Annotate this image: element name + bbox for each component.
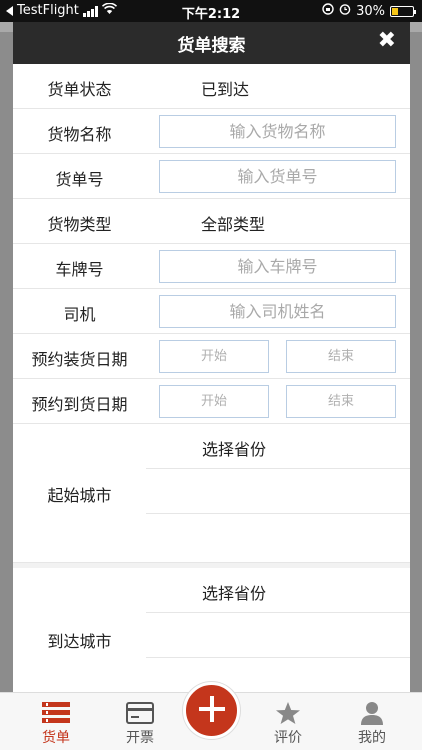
modal-header: 货单搜索 ✖ bbox=[13, 22, 410, 64]
battery-icon bbox=[390, 5, 416, 17]
dest-city-select[interactable] bbox=[146, 613, 410, 658]
order-no-row: 货单号 bbox=[13, 154, 410, 199]
goods-type-row[interactable]: 货物类型 全部类型 bbox=[13, 199, 410, 244]
goods-name-row: 货物名称 bbox=[13, 109, 410, 154]
goods-name-input[interactable] bbox=[159, 115, 396, 148]
alarm-icon bbox=[339, 3, 351, 19]
order-no-input[interactable] bbox=[159, 160, 396, 193]
tab-mine-label: 我的 bbox=[358, 730, 386, 746]
plus-icon bbox=[197, 694, 227, 728]
origin-city-select[interactable] bbox=[146, 469, 410, 514]
plate-label: 车牌号 bbox=[55, 260, 104, 279]
list-icon bbox=[16, 699, 96, 727]
status-row[interactable]: 货单状态 已到达 bbox=[13, 64, 410, 109]
modal-title: 货单搜索 bbox=[177, 36, 246, 56]
driver-label: 司机 bbox=[63, 305, 96, 324]
battery-fill bbox=[392, 7, 398, 15]
user-icon bbox=[332, 699, 412, 727]
tab-orders-label: 货单 bbox=[42, 730, 70, 746]
dest-city-label: 到达城市 bbox=[47, 632, 112, 651]
arrive-date-row: 预约到货日期 bbox=[13, 379, 410, 424]
dest-city-section: 到达城市 选择省份 bbox=[13, 568, 410, 692]
origin-province-select[interactable]: 选择省份 bbox=[146, 424, 410, 469]
dest-province-select[interactable]: 选择省份 bbox=[146, 568, 410, 613]
search-modal: 货单搜索 ✖ 货单状态 已到达 货物名称 货单号 货物类型 全部类型 车牌号 司… bbox=[13, 22, 410, 692]
add-button[interactable] bbox=[183, 682, 240, 739]
arrive-date-start-input[interactable] bbox=[159, 385, 269, 418]
load-date-row: 预约装货日期 bbox=[13, 334, 410, 379]
tab-mine[interactable]: 我的 bbox=[332, 699, 412, 747]
goods-type-value[interactable]: 全部类型 bbox=[201, 211, 265, 235]
status-label: 货单状态 bbox=[47, 80, 112, 99]
tab-orders[interactable]: 货单 bbox=[16, 699, 96, 747]
tab-review-label: 评价 bbox=[274, 730, 302, 746]
card-icon bbox=[100, 699, 180, 727]
origin-province-label[interactable]: 选择省份 bbox=[202, 436, 266, 460]
load-date-start-input[interactable] bbox=[159, 340, 269, 373]
status-value[interactable]: 已到达 bbox=[201, 76, 249, 100]
origin-city-section: 起始城市 选择省份 bbox=[13, 424, 410, 563]
plate-row: 车牌号 bbox=[13, 244, 410, 289]
tab-invoice[interactable]: 开票 bbox=[100, 699, 180, 747]
order-no-label: 货单号 bbox=[55, 170, 104, 189]
close-icon[interactable]: ✖ bbox=[378, 28, 396, 53]
rotation-lock-icon bbox=[322, 3, 334, 19]
load-date-end-input[interactable] bbox=[286, 340, 396, 373]
arrive-date-end-input[interactable] bbox=[286, 385, 396, 418]
driver-row: 司机 bbox=[13, 289, 410, 334]
origin-district-select[interactable] bbox=[146, 514, 410, 559]
status-right: 30% bbox=[322, 3, 416, 19]
dest-province-label[interactable]: 选择省份 bbox=[202, 580, 266, 604]
plate-input[interactable] bbox=[159, 250, 396, 283]
tab-invoice-label: 开票 bbox=[126, 730, 154, 746]
goods-name-label: 货物名称 bbox=[47, 125, 112, 144]
arrive-date-label: 预约到货日期 bbox=[31, 395, 128, 414]
driver-input[interactable] bbox=[159, 295, 396, 328]
battery-percent: 30% bbox=[356, 3, 385, 19]
tab-review[interactable]: 评价 bbox=[248, 699, 328, 747]
goods-type-label: 货物类型 bbox=[47, 215, 112, 234]
status-bar: TestFlight 下午2:12 30% bbox=[0, 0, 422, 22]
star-icon bbox=[248, 699, 328, 727]
load-date-label: 预约装货日期 bbox=[31, 350, 128, 369]
origin-city-label: 起始城市 bbox=[47, 486, 112, 505]
dest-district-select[interactable] bbox=[146, 658, 410, 692]
